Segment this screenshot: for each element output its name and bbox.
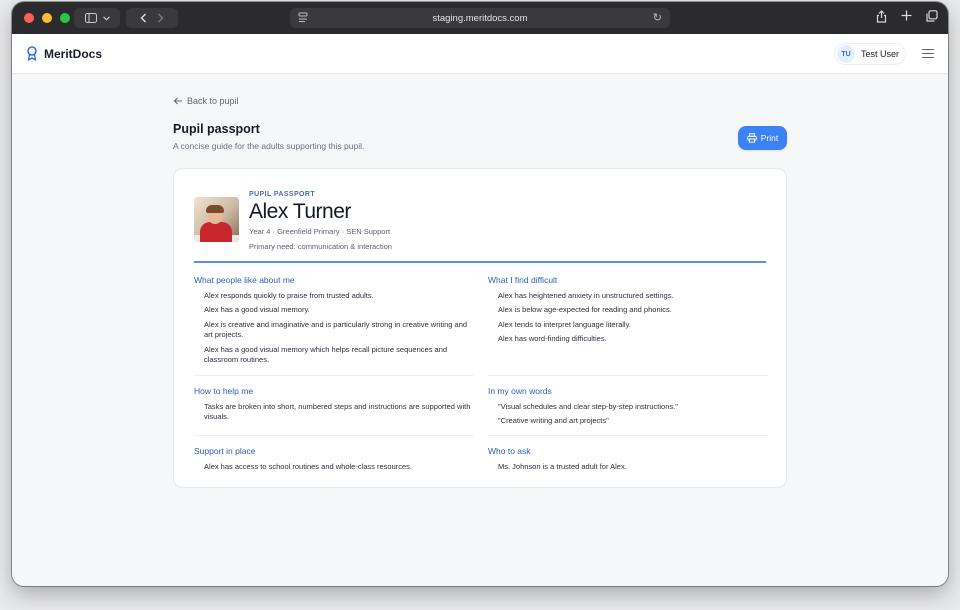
history-nav — [126, 8, 178, 28]
list-item: Alex is below age-expected for reading a… — [498, 305, 672, 314]
page-subtitle: A concise guide for the adults supportin… — [173, 141, 365, 151]
list-item: Alex responds quickly to praise from tru… — [204, 290, 374, 300]
print-label: Print — [760, 133, 779, 143]
address-bar[interactable]: staging.meritdocs.com ↻ — [290, 8, 670, 28]
divider — [488, 434, 768, 436]
browser-toolbar: staging.meritdocs.com ↻ — [12, 2, 948, 34]
section-heading: What people like about me — [194, 274, 295, 285]
tab-overview-icon[interactable] — [926, 10, 938, 22]
pupil-photo — [194, 197, 239, 242]
list-item: Alex has access to school routines and w… — [204, 461, 413, 471]
window-controls — [24, 13, 70, 23]
url-text: staging.meritdocs.com — [432, 12, 528, 24]
divider — [194, 374, 474, 376]
main-content: Back to pupil Pupil passport A concise g… — [173, 96, 787, 488]
divider — [488, 374, 768, 376]
sidebar-icon — [84, 13, 97, 23]
section-heading: Who to ask — [488, 445, 531, 456]
forward-arrow-icon[interactable] — [157, 13, 164, 23]
browser-actions — [876, 10, 938, 23]
reload-icon[interactable]: ↻ — [653, 11, 662, 24]
back-link-label: Back to pupil — [187, 96, 239, 106]
list-item: Alex has word-finding difficulties. — [498, 334, 607, 343]
printer-icon — [747, 133, 757, 143]
section-who-to-ask: Who to ask Ms. Johnson is a trusted adul… — [488, 446, 768, 477]
chevron-down-icon — [102, 15, 110, 21]
passport-sections: What people like about me Alex responds … — [194, 263, 768, 493]
list-item: Alex has a good visual memory. — [204, 305, 310, 314]
arrow-left-icon — [173, 97, 182, 105]
section-heading: Support in place — [194, 445, 256, 456]
section-likes: What people like about me Alex responds … — [194, 275, 474, 370]
list-item: "Creative writing and art projects" — [498, 416, 609, 425]
page-settings-icon[interactable] — [298, 12, 308, 23]
pupil-passport-card: PUPIL PASSPORT Alex Turner Year 4 · Gree… — [173, 168, 787, 488]
section-how-to-help: How to help me Tasks are broken into sho… — [194, 386, 474, 427]
list-item: Alex tends to interpret language literal… — [498, 319, 631, 329]
list-item: Alex has a good visual memory which help… — [204, 344, 448, 365]
zoom-window-button[interactable] — [60, 13, 70, 23]
browser-window: staging.meritdocs.com ↻ MeritDocs TU Tes… — [12, 2, 948, 586]
brand-logo[interactable]: MeritDocs — [26, 46, 102, 61]
section-heading: In my own words — [488, 385, 552, 396]
primary-need: Primary need: communication & interactio… — [249, 242, 392, 251]
section-heading: How to help me — [194, 385, 254, 396]
section-own-words: In my own words "Visual schedules and cl… — [488, 386, 768, 431]
page-title: Pupil passport — [173, 122, 260, 136]
back-to-pupil-link[interactable]: Back to pupil — [173, 96, 787, 106]
section-support: Support in place Alex has access to scho… — [194, 446, 474, 477]
ribbon-award-icon — [27, 46, 37, 61]
list-item: Alex has heightened anxiety in unstructu… — [498, 290, 674, 300]
pupil-header: PUPIL PASSPORT Alex Turner Year 4 · Gree… — [194, 189, 766, 251]
minimize-window-button[interactable] — [42, 13, 52, 23]
share-icon[interactable] — [876, 10, 887, 23]
brand-name: MeritDocs — [44, 46, 103, 61]
close-window-button[interactable] — [24, 13, 34, 23]
list-item: Alex is creative and imaginative and is … — [204, 319, 468, 340]
back-arrow-icon[interactable] — [140, 13, 147, 23]
new-tab-icon[interactable] — [901, 10, 912, 21]
user-name: Test User — [860, 49, 899, 59]
list-item: Ms. Johnson is a trusted adult for Alex. — [498, 461, 627, 471]
app-header: MeritDocs TU Test User — [12, 34, 948, 74]
passport-eyebrow: PUPIL PASSPORT — [249, 191, 316, 198]
section-difficult: What I find difficult Alex has heightene… — [488, 275, 768, 349]
list-item: "Visual schedules and clear step-by-step… — [498, 401, 678, 411]
print-button[interactable]: Print — [738, 126, 787, 150]
avatar: TU — [836, 45, 855, 63]
pupil-meta: Year 4 · Greenfield Primary · SEN Suppor… — [249, 227, 391, 236]
pupil-info: PUPIL PASSPORT Alex Turner Year 4 · Gree… — [249, 189, 392, 251]
sidebar-toggle-button[interactable] — [74, 8, 120, 28]
hamburger-menu-icon[interactable] — [922, 46, 934, 61]
user-menu-button[interactable]: TU Test User — [833, 43, 906, 65]
list-item: Tasks are broken into short, numbered st… — [204, 401, 471, 422]
divider — [194, 434, 474, 436]
section-heading: What I find difficult — [488, 274, 558, 285]
pupil-name: Alex Turner — [249, 200, 351, 223]
